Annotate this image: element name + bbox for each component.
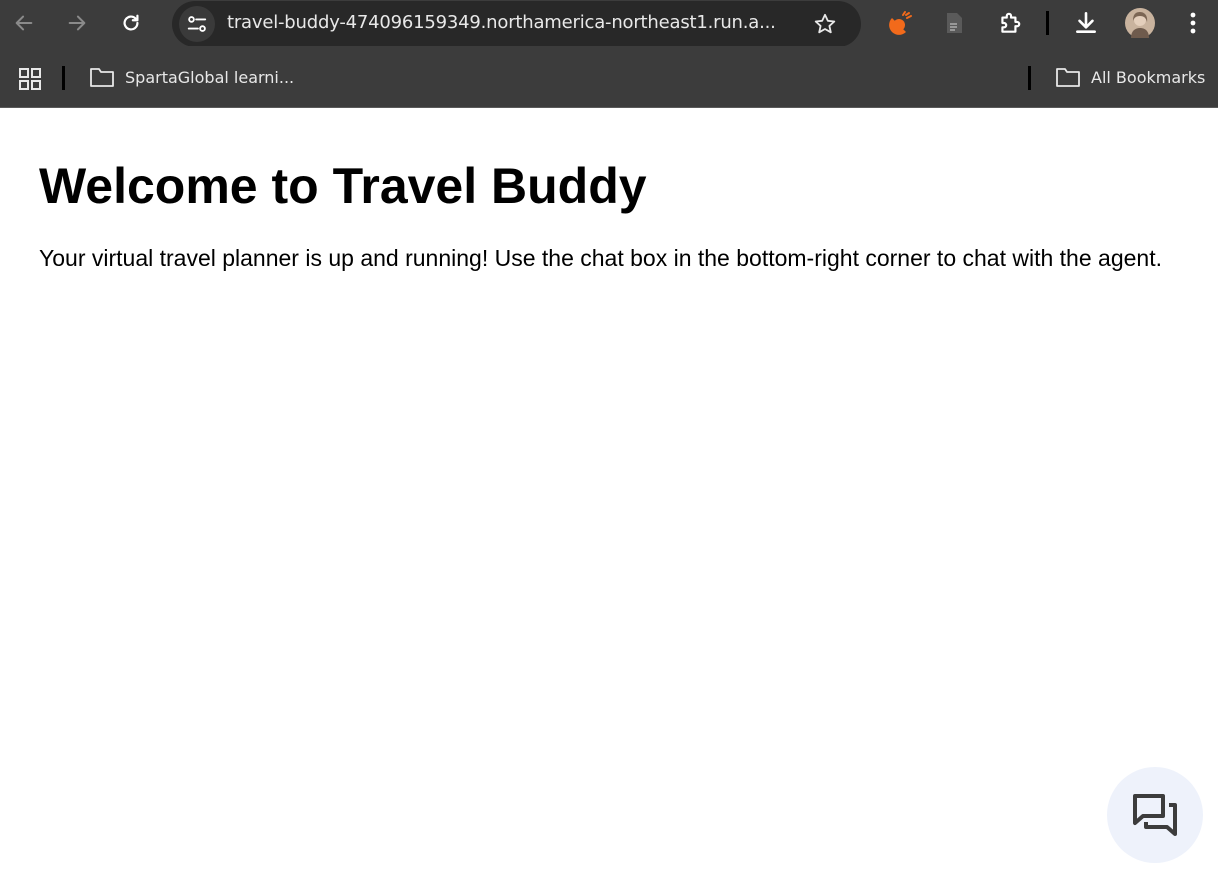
document-icon [947,13,962,33]
downloads-button[interactable] [1069,6,1103,40]
bookmarks-divider-left [62,66,65,90]
toolbar-divider [1046,11,1049,35]
bookmarks-divider-right [1028,66,1031,90]
puzzle-icon [1001,12,1021,33]
browser-toolbar: travel-buddy-474096159349.northamerica-n… [0,0,1218,47]
profile-button[interactable] [1123,6,1157,40]
chat-bubbles-icon [1133,794,1177,836]
apps-grid-icon [19,68,41,90]
extension-orange-icon [889,11,912,35]
extension-orange-button[interactable] [884,6,918,40]
extensions-button[interactable] [993,6,1027,40]
folder-icon [1056,68,1080,87]
bookmark-folder-label: SpartaGlobal learni... [125,67,295,87]
site-info-button[interactable] [179,6,215,42]
reload-button[interactable] [114,6,148,40]
page-title: Welcome to Travel Buddy [39,158,647,214]
forward-arrow-icon [68,15,86,31]
url-text[interactable]: travel-buddy-474096159349.northamerica-n… [227,12,797,33]
all-bookmarks-label: All Bookmarks [1091,67,1206,87]
address-bar[interactable]: travel-buddy-474096159349.northamerica-n… [172,1,861,47]
bookmarks-bar: SpartaGlobal learni... All Bookmarks [0,46,1218,108]
kebab-menu-icon [1190,12,1196,34]
all-bookmarks-button[interactable]: All Bookmarks [1055,64,1205,90]
profile-avatar [1125,8,1155,38]
bookmark-star-button[interactable] [811,10,839,38]
download-icon [1076,11,1096,33]
menu-button[interactable] [1176,6,1210,40]
site-info-icon [187,16,207,32]
forward-button[interactable] [60,6,94,40]
reload-icon [123,14,139,31]
page-description: Your virtual travel planner is up and ru… [39,245,1162,271]
folder-icon [90,68,114,87]
chat-button[interactable] [1107,767,1203,863]
document-extension-button[interactable] [937,6,971,40]
back-button[interactable] [7,6,41,40]
star-icon [814,13,836,34]
bookmark-folder-spartaglobal[interactable]: SpartaGlobal learni... [89,64,294,90]
apps-button[interactable] [18,66,42,92]
page-content: Welcome to Travel Buddy Your virtual tra… [0,109,1218,874]
back-arrow-icon [15,15,33,31]
